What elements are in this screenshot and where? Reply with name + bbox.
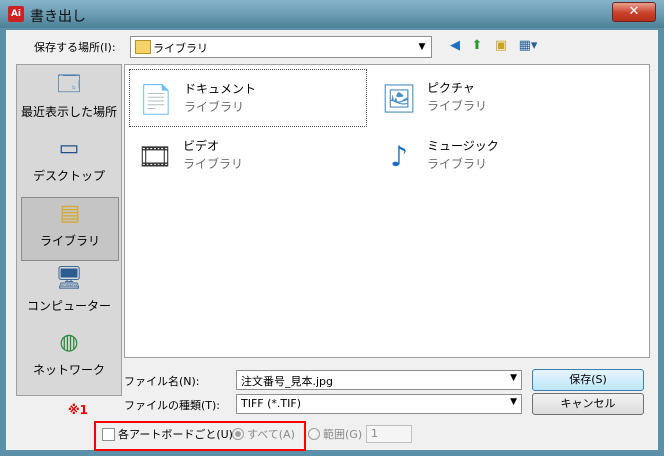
filetype-dropdown[interactable]: TIFF (*.TIF) ▼ (236, 394, 522, 414)
dialog-client-area: 保存する場所(I): ライブラリ ▼ ◀ ⬆ ▣ ▦▾ 🗔 最近表示した場所 ▭… (6, 30, 658, 451)
file-type: ライブラリ (427, 99, 488, 113)
save-button[interactable]: 保存(S) (532, 369, 644, 391)
all-radio[interactable] (232, 428, 244, 440)
annotation-note: ※1 (68, 403, 89, 417)
cancel-button[interactable]: キャンセル (532, 393, 644, 415)
file-item-pictures[interactable]: 🖼 ピクチャ ライブラリ (373, 69, 609, 125)
each-artboard-label: 各アートボードごと(U) (118, 428, 233, 441)
file-type: ライブラリ (184, 100, 245, 114)
new-folder-icon[interactable]: ▣ (492, 38, 510, 54)
file-name: ドキュメント (184, 82, 257, 96)
places-bar: 🗔 最近表示した場所 ▭ デスクトップ ▤ ライブラリ 🖥 コンピューター ◍ … (16, 64, 122, 396)
network-icon: ◍ (59, 330, 79, 355)
recent-places-icon: 🗔 (57, 72, 81, 97)
computer-icon: 🖥 (55, 266, 83, 291)
export-dialog: Ai 書き出し ✕ 保存する場所(I): ライブラリ ▼ ◀ ⬆ ▣ ▦▾ 🗔 … (0, 0, 664, 456)
file-name: ビデオ (183, 139, 220, 153)
libraries-icon: ▤ (59, 201, 81, 226)
range-radio[interactable] (308, 428, 320, 440)
place-label: 最近表示した場所 (21, 105, 118, 119)
location-value: ライブラリ (153, 42, 208, 55)
file-item-documents[interactable]: 📄 ドキュメント ライブラリ (129, 69, 367, 127)
file-item-music[interactable]: ♪ ミュージック ライブラリ (373, 127, 609, 183)
file-type: ライブラリ (427, 157, 488, 171)
place-network[interactable]: ◍ ネットワーク (21, 327, 117, 389)
illustrator-app-icon: Ai (8, 6, 24, 22)
filename-label: ファイル名(N): (124, 375, 200, 388)
range-label: 範囲(G) (323, 428, 363, 441)
place-label: デスクトップ (32, 169, 105, 183)
file-name: ミュージック (427, 139, 499, 153)
file-type: ライブラリ (183, 157, 244, 171)
radio-dot (235, 431, 241, 437)
chevron-down-icon[interactable]: ▼ (510, 373, 517, 383)
chevron-down-icon[interactable]: ▼ (510, 397, 517, 407)
library-folder-icon (135, 40, 151, 54)
documents-library-icon: 📄 (138, 83, 174, 116)
title-bar[interactable]: Ai 書き出し ✕ (0, 0, 664, 28)
chevron-down-icon[interactable]: ▼ (415, 40, 429, 54)
location-toolbar: 保存する場所(I): ライブラリ ▼ ◀ ⬆ ▣ ▦▾ (6, 30, 658, 62)
each-artboard-checkbox[interactable] (102, 428, 115, 441)
range-value: 1 (371, 427, 378, 440)
up-folder-icon[interactable]: ⬆ (468, 38, 486, 54)
place-computer[interactable]: 🖥 コンピューター (21, 263, 117, 325)
file-name: ピクチャ (427, 81, 475, 95)
all-label: すべて(A) (247, 428, 295, 441)
location-dropdown[interactable]: ライブラリ ▼ (130, 36, 432, 58)
save-in-label: 保存する場所(I): (34, 41, 116, 54)
place-libraries[interactable]: ▤ ライブラリ (21, 197, 119, 261)
pictures-library-icon: 🖼 (381, 82, 417, 115)
place-recent[interactable]: 🗔 最近表示した場所 (21, 69, 117, 131)
back-icon[interactable]: ◀ (446, 38, 464, 54)
place-label: ライブラリ (39, 234, 100, 248)
file-list: 📄 ドキュメント ライブラリ 🖼 ピクチャ ライブラリ 🎞 ビデオ ライブラリ … (124, 64, 650, 358)
filename-field[interactable]: 注文番号_見本.jpg ▼ (236, 370, 522, 390)
music-library-icon: ♪ (390, 140, 408, 173)
videos-library-icon: 🎞 (137, 140, 173, 173)
window-title: 書き出し (30, 9, 86, 25)
place-label: コンピューター (26, 299, 111, 313)
place-desktop[interactable]: ▭ デスクトップ (21, 133, 117, 195)
range-input[interactable]: 1 (366, 425, 412, 443)
filename-value: 注文番号_見本.jpg (241, 375, 334, 388)
desktop-icon: ▭ (58, 136, 80, 161)
close-button[interactable]: ✕ (612, 2, 656, 22)
file-item-videos[interactable]: 🎞 ビデオ ライブラリ (129, 127, 365, 183)
filetype-label: ファイルの種類(T): (124, 399, 221, 412)
filetype-value: TIFF (*.TIF) (241, 397, 301, 410)
view-menu-icon[interactable]: ▦▾ (516, 38, 540, 54)
place-label: ネットワーク (32, 363, 105, 377)
